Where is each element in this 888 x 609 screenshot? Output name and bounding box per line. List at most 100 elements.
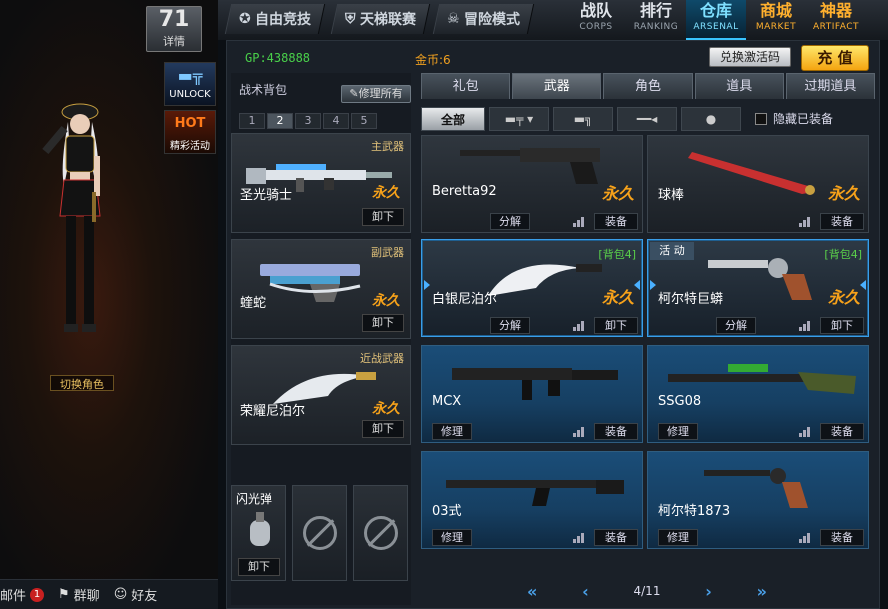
filter-rifle[interactable]: ▬╤ ▾: [489, 107, 549, 131]
weapon-card-colt-python[interactable]: 活 动 [背包4] 柯尔特巨蟒 永久 分解 卸下: [647, 239, 869, 337]
nav-artifact[interactable]: 神器 ARTIFACT: [806, 0, 866, 40]
left-bottom-bar: 邮件 1 ⚑ 群聊 ☺ 好友: [0, 579, 218, 609]
backpack-page-5[interactable]: 5: [351, 113, 377, 129]
nav-corps-label: 战队: [579, 1, 612, 20]
backpack-page-3[interactable]: 3: [295, 113, 321, 129]
weapon-card-beretta92[interactable]: Beretta92 永久 分解 装备: [421, 135, 643, 233]
weapon-card-ssg08[interactable]: SSG08 修理 装备: [647, 345, 869, 443]
filter-all[interactable]: 全部: [421, 107, 485, 131]
slot-category: 主武器: [371, 140, 404, 153]
unequip-button[interactable]: 卸下: [820, 317, 864, 334]
repair-button[interactable]: 修理: [658, 423, 698, 440]
tab-items[interactable]: 道具: [694, 73, 784, 99]
unequip-button[interactable]: 卸下: [594, 317, 638, 334]
primary-weapon-slot[interactable]: 主武器 圣光骑士 永久 卸下: [231, 133, 411, 233]
mode-tab-ladder-league[interactable]: ⛨ 天梯联赛: [330, 4, 430, 34]
equip-button[interactable]: 装备: [820, 529, 864, 546]
grenade-icon: [250, 512, 270, 546]
unlock-label: UNLOCK: [169, 89, 211, 100]
backpack-page-4[interactable]: 4: [323, 113, 349, 129]
weapon-card-type03[interactable]: 03式 修理 装备: [421, 451, 643, 549]
nav-market[interactable]: 商城 MARKET: [746, 0, 806, 40]
melee-weapon-slot[interactable]: 近战武器 荣耀尼泊尔 永久 卸下: [231, 345, 411, 445]
pistol-icon: [460, 148, 600, 184]
tab-expired-items[interactable]: 过期道具: [785, 73, 876, 99]
tab-weapons[interactable]: 武器: [512, 73, 602, 99]
filter-melee[interactable]: ━━◂: [617, 107, 677, 131]
backpack-page-tabs: 1 2 3 4 5: [239, 113, 377, 129]
durability-icon: [573, 321, 584, 331]
first-page-icon[interactable]: «: [527, 582, 537, 601]
secondary-weapon-slot[interactable]: 副武器 蝰蛇 永久 卸下: [231, 239, 411, 339]
repair-button[interactable]: 修理: [432, 529, 472, 546]
equip-button[interactable]: 装备: [820, 213, 864, 230]
activity-tag: 活 动: [650, 242, 694, 260]
slot-weapon-name: 蝰蛇: [240, 296, 267, 311]
unequip-button[interactable]: 卸下: [238, 558, 280, 576]
dismantle-button[interactable]: 分解: [716, 317, 756, 334]
slot-weapon-name: 圣光骑士: [240, 188, 293, 203]
nav-arsenal-sublabel: ARSENAL: [693, 22, 739, 32]
redeem-code-button[interactable]: 兑换激活码: [709, 47, 791, 67]
weapon-name: Beretta92: [432, 184, 497, 199]
throwable-slot[interactable]: 闪光弹 卸下: [231, 485, 286, 581]
hide-equipped-toggle[interactable]: 隐藏已装备: [755, 110, 833, 127]
nav-corps[interactable]: 战队 CORPS: [566, 0, 626, 40]
unequip-button[interactable]: 卸下: [362, 314, 404, 332]
filter-pistol[interactable]: ▬╗: [553, 107, 613, 131]
weapon-card-bat[interactable]: 球棒 永久 装备: [647, 135, 869, 233]
mail-button[interactable]: 邮件 1: [0, 585, 45, 604]
dismantle-button[interactable]: 分解: [490, 213, 530, 230]
mode-tab-adventure[interactable]: ☠ 冒险模式: [432, 4, 534, 34]
permanent-label: 永久: [372, 293, 400, 309]
weapon-card-colt1873[interactable]: 柯尔特1873 修理 装备: [647, 451, 869, 549]
friends-button[interactable]: ☺ 好友: [114, 585, 158, 604]
last-page-icon[interactable]: »: [757, 582, 767, 601]
nav-artifact-label: 神器: [819, 1, 852, 20]
mail-count-badge: 1: [30, 587, 45, 602]
slot-category: 近战武器: [360, 352, 404, 365]
equip-button[interactable]: 装备: [594, 423, 638, 440]
dismantle-button[interactable]: 分解: [490, 317, 530, 334]
equip-button[interactable]: 装备: [594, 529, 638, 546]
backpack-tag: [背包4]: [598, 248, 636, 261]
unequip-button[interactable]: 卸下: [362, 420, 404, 438]
equip-button[interactable]: 装备: [820, 423, 864, 440]
rifle-icon: [446, 480, 624, 506]
nav-arsenal[interactable]: 仓库 ARSENAL: [686, 0, 746, 40]
unlock-badge[interactable]: ▬╦ UNLOCK: [164, 62, 216, 106]
unequip-button[interactable]: 卸下: [362, 208, 404, 226]
hide-equipped-checkbox[interactable]: [755, 112, 767, 125]
character-figure: [42, 103, 101, 332]
mode-tab-free-competition[interactable]: ✪ 自由竞技: [224, 4, 325, 34]
switch-role-button[interactable]: 切换角色: [50, 375, 114, 391]
flag-icon: ⚑: [58, 587, 70, 602]
weapon-card-silver-kukri[interactable]: [背包4] 白银尼泊尔 永久 分解 卸下: [421, 239, 643, 337]
hot-event-label: 精彩活动: [170, 141, 210, 152]
gold-balance: 金币:6: [415, 53, 451, 67]
prohibited-icon: [303, 516, 337, 550]
group-chat-label: 群聊: [73, 589, 100, 604]
tab-characters[interactable]: 角色: [603, 73, 693, 99]
nav-ranking[interactable]: 排行 RANKING: [626, 0, 686, 40]
recharge-button[interactable]: 充 值: [801, 45, 869, 71]
equip-button[interactable]: 装备: [594, 213, 638, 230]
tab-gift-pack[interactable]: 礼包: [421, 73, 511, 99]
group-chat-button[interactable]: ⚑ 群聊: [58, 585, 100, 604]
filter-grenade[interactable]: ●: [681, 107, 741, 131]
prev-page-icon[interactable]: ‹: [582, 582, 589, 601]
backpack-page-2[interactable]: 2: [267, 113, 293, 129]
hot-event-badge[interactable]: HOT 精彩活动: [164, 110, 216, 154]
repair-all-button[interactable]: ✎修理所有: [341, 85, 411, 103]
page-indicator: 4/11: [633, 584, 661, 598]
repair-button[interactable]: 修理: [432, 423, 472, 440]
durability-icon: [799, 427, 810, 437]
weapon-card-mcx[interactable]: MCX 修理 装备: [421, 345, 643, 443]
backpack-title: 战术背包: [239, 83, 288, 97]
repair-button[interactable]: 修理: [658, 529, 698, 546]
level-badge[interactable]: 71 详情: [146, 6, 202, 52]
backpack-page-1[interactable]: 1: [239, 113, 265, 129]
rifle-icon: ▬╦: [177, 66, 203, 85]
weapon-name: 白银尼泊尔: [432, 292, 498, 307]
next-page-icon[interactable]: ›: [705, 582, 712, 601]
